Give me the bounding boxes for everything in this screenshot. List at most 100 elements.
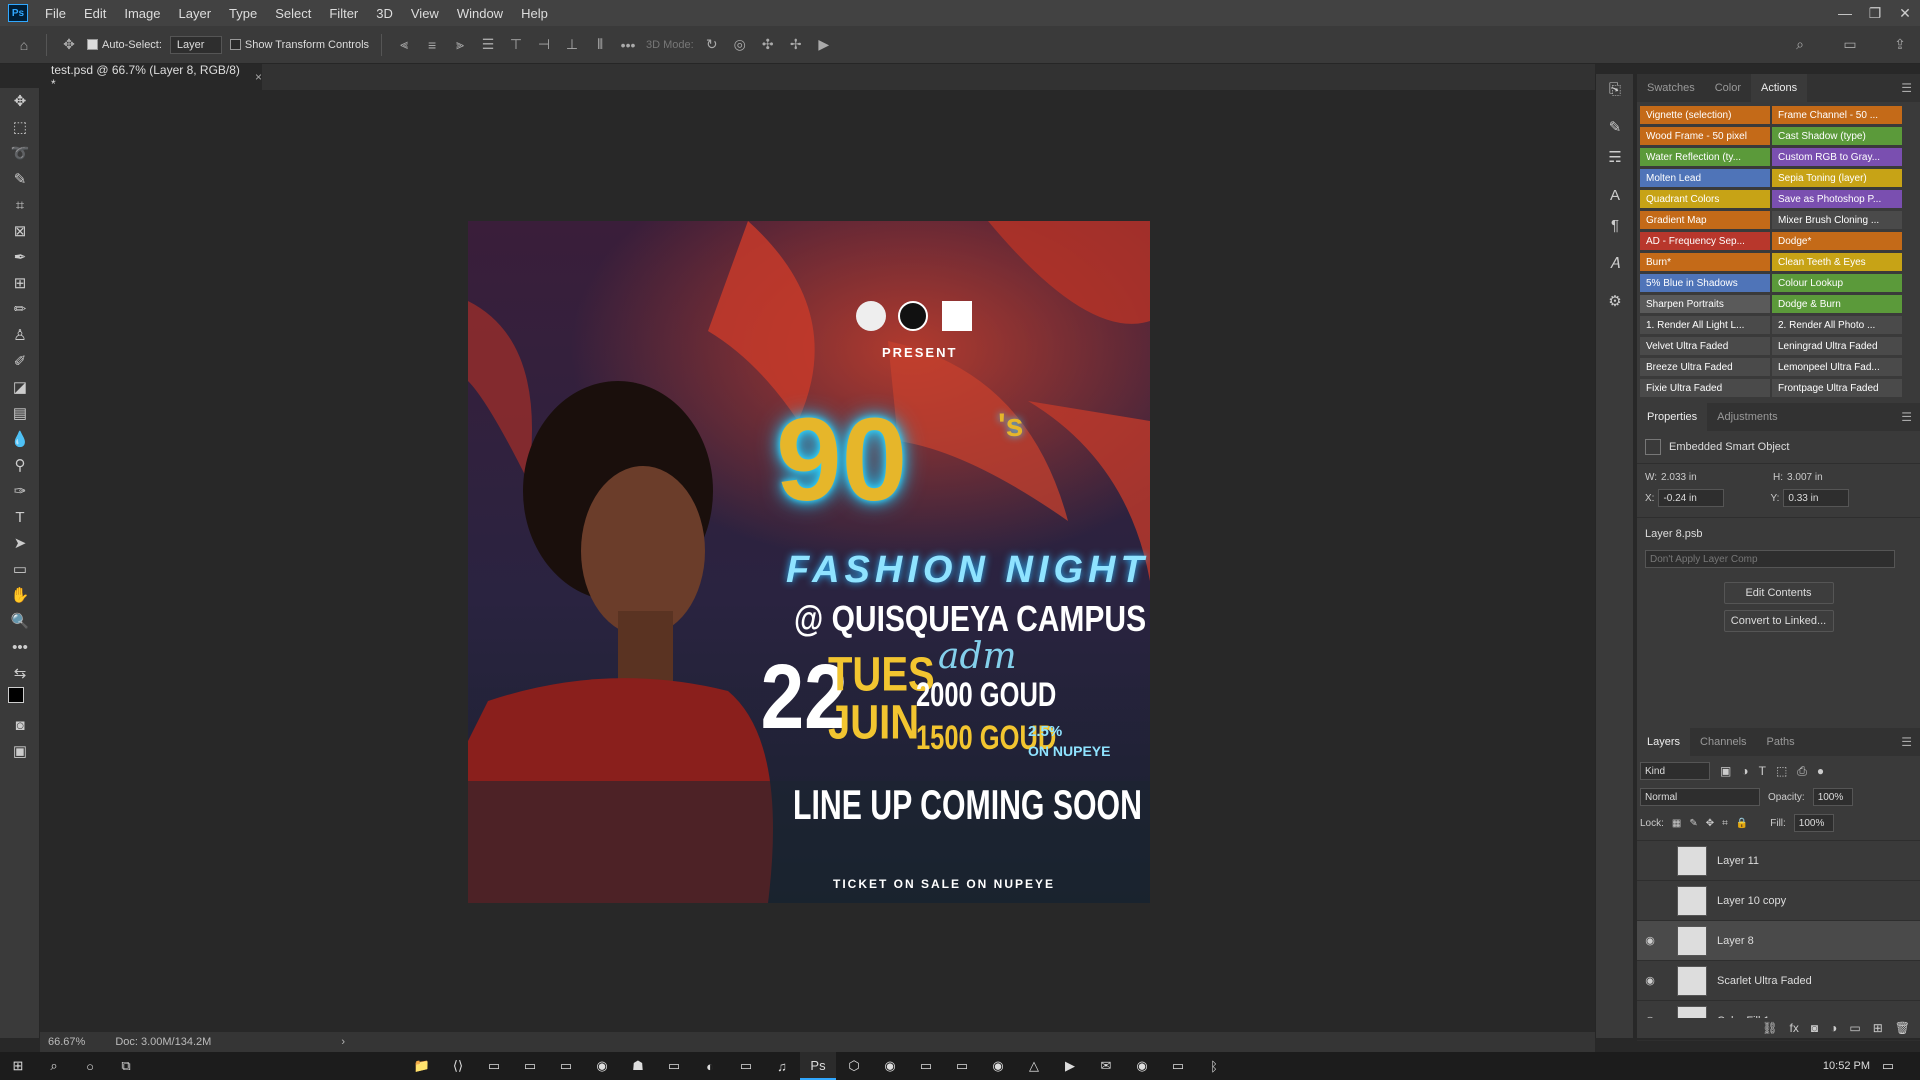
foreground-color-swatch[interactable] — [8, 687, 24, 703]
pan-3d-icon[interactable]: ✣ — [758, 36, 778, 53]
lasso-tool-icon[interactable]: ➰ — [0, 140, 40, 166]
action-button[interactable]: Sharpen Portraits — [1640, 295, 1770, 313]
tab-properties[interactable]: Properties — [1637, 403, 1708, 431]
layer-filter-kind[interactable]: Kind — [1640, 762, 1710, 780]
action-button[interactable]: Save as Photoshop P... — [1772, 190, 1902, 208]
move-tool-icon[interactable]: ✥ — [0, 88, 40, 114]
action-button[interactable]: Velvet Ultra Faded — [1640, 337, 1770, 355]
move-tool-icon[interactable]: ✥ — [59, 36, 79, 53]
adjustment-layer-icon[interactable]: ◑ — [1830, 1021, 1837, 1035]
screen-mode-icon[interactable]: ▣ — [0, 738, 40, 764]
opacity-field[interactable]: 100% — [1812, 788, 1853, 806]
menu-edit[interactable]: Edit — [75, 6, 115, 21]
chrome-icon[interactable]: ◉ — [584, 1052, 620, 1080]
blur-tool-icon[interactable]: 💧 — [0, 426, 40, 452]
clone-stamp-tool-icon[interactable]: ♙ — [0, 322, 40, 348]
frame-tool-icon[interactable]: ⊠ — [0, 218, 40, 244]
spotify-icon[interactable]: ♫ — [764, 1052, 800, 1080]
action-button[interactable]: Vignette (selection) — [1640, 106, 1770, 124]
type-tool-icon[interactable]: T — [0, 504, 40, 530]
camera-3d-icon[interactable]: ▶ — [814, 36, 834, 53]
slide-3d-icon[interactable]: ✢ — [786, 36, 806, 53]
action-button[interactable]: Breeze Ultra Faded — [1640, 358, 1770, 376]
action-button[interactable]: Quadrant Colors — [1640, 190, 1770, 208]
checkbox-box[interactable] — [87, 39, 98, 50]
layer-row[interactable]: ◉ Scarlet Ultra Faded — [1637, 961, 1920, 1001]
layer-row[interactable]: ◉ Layer 8 — [1637, 921, 1920, 961]
link-layers-icon[interactable]: ⛓ — [1762, 1021, 1777, 1035]
action-button[interactable]: Leningrad Ultra Faded — [1772, 337, 1902, 355]
swap-colors-icon[interactable]: ⇆ — [0, 660, 40, 686]
align-center-icon[interactable]: ≡ — [422, 37, 442, 53]
clock[interactable]: 10:52 PM — [1823, 1060, 1870, 1072]
file-explorer-icon[interactable]: 📁 — [404, 1052, 440, 1080]
auto-select-checkbox[interactable]: Auto-Select: — [87, 39, 162, 51]
action-button[interactable]: 2. Render All Photo ... — [1772, 316, 1902, 334]
cortana-icon[interactable]: ○ — [72, 1052, 108, 1080]
search-icon[interactable]: ⌕ — [36, 1052, 72, 1080]
app-icon[interactable]: ▭ — [476, 1052, 512, 1080]
brush-tool-icon[interactable]: ✏ — [0, 296, 40, 322]
pinterest-icon[interactable]: ◉ — [980, 1052, 1016, 1080]
tab-layers[interactable]: Layers — [1637, 728, 1691, 756]
workspace-icon[interactable]: ▭ — [1840, 36, 1860, 53]
menu-view[interactable]: View — [402, 6, 448, 21]
action-button[interactable]: Burn* — [1640, 253, 1770, 271]
action-button[interactable]: Frame Channel - 50 ... — [1772, 106, 1902, 124]
action-button[interactable]: 5% Blue in Shadows — [1640, 274, 1770, 292]
show-transform-controls-checkbox[interactable]: Show Transform Controls — [229, 39, 369, 51]
new-group-icon[interactable]: ▭ — [1849, 1021, 1860, 1035]
visibility-eye-icon[interactable]: ◉ — [1637, 974, 1663, 987]
quick-mask-icon[interactable]: ◙ — [0, 712, 40, 738]
checkbox-box[interactable] — [229, 39, 241, 50]
lock-transparent-icon[interactable]: ▦ — [1672, 818, 1681, 829]
convert-to-linked-button[interactable]: Convert to Linked... — [1723, 610, 1834, 632]
action-button[interactable]: Mixer Brush Cloning ... — [1772, 211, 1902, 229]
distribute-vertical-icon[interactable]: ⦀ — [590, 36, 610, 53]
foreground-background-colors[interactable] — [0, 686, 40, 712]
menu-file[interactable]: File — [36, 6, 75, 21]
filter-type-icon[interactable]: T — [1759, 764, 1766, 778]
distribute-icon[interactable]: ☰ — [478, 36, 498, 53]
brushes-icon[interactable]: ☴ — [1596, 142, 1634, 172]
action-button[interactable]: Clean Teeth & Eyes — [1772, 253, 1902, 271]
restore-icon[interactable]: ❐ — [1860, 0, 1890, 26]
zoom-level[interactable]: 66.67% — [48, 1036, 85, 1048]
action-button[interactable]: Lemonpeel Ultra Fad... — [1772, 358, 1902, 376]
new-layer-icon[interactable]: ⊞ — [1873, 1021, 1883, 1035]
close-icon[interactable]: ✕ — [1890, 0, 1920, 26]
panel-menu-icon[interactable]: ☰ — [1901, 410, 1912, 424]
eraser-tool-icon[interactable]: ◪ — [0, 374, 40, 400]
paragraph-icon[interactable]: ¶ — [1596, 210, 1634, 240]
history-brush-tool-icon[interactable]: ✐ — [0, 348, 40, 374]
filter-shape-icon[interactable]: ⬚ — [1776, 764, 1787, 778]
drive-icon[interactable]: △ — [1016, 1052, 1052, 1080]
tab-paths[interactable]: Paths — [1757, 728, 1805, 756]
visibility-eye-icon[interactable]: ◉ — [1637, 934, 1663, 947]
app-icon[interactable]: ▭ — [512, 1052, 548, 1080]
lock-position-icon[interactable]: ✥ — [1706, 818, 1714, 829]
home-icon[interactable]: ⌂ — [14, 37, 34, 53]
x-field[interactable]: -0.24 in — [1658, 489, 1725, 507]
app-icon[interactable]: ▭ — [944, 1052, 980, 1080]
history-icon[interactable]: ⎘ — [1596, 74, 1634, 104]
youtube-icon[interactable]: ▶ — [1052, 1052, 1088, 1080]
y-field[interactable]: 0.33 in — [1783, 489, 1850, 507]
lock-artboard-icon[interactable]: ⌗ — [1722, 818, 1728, 829]
menu-image[interactable]: Image — [115, 6, 169, 21]
align-left-icon[interactable]: ⫷ — [394, 36, 414, 53]
orbit-3d-icon[interactable]: ↻ — [702, 36, 722, 53]
action-button[interactable]: Water Reflection (ty... — [1640, 148, 1770, 166]
app-icon[interactable]: ▭ — [548, 1052, 584, 1080]
filter-toggle-icon[interactable]: ● — [1817, 764, 1824, 778]
action-button[interactable]: Molten Lead — [1640, 169, 1770, 187]
rectangle-tool-icon[interactable]: ▭ — [0, 556, 40, 582]
add-mask-icon[interactable]: ◙ — [1811, 1021, 1818, 1035]
action-button[interactable]: Dodge* — [1772, 232, 1902, 250]
delete-layer-icon[interactable]: 🗑 — [1895, 1021, 1910, 1035]
crop-tool-icon[interactable]: ⌗ — [0, 192, 40, 218]
notifications-icon[interactable]: ▭ — [1870, 1052, 1906, 1080]
fx-icon[interactable]: fx — [1790, 1021, 1799, 1035]
blend-mode-dropdown[interactable]: Normal — [1640, 788, 1760, 806]
bluetooth-icon[interactable]: ᛒ — [1196, 1052, 1232, 1080]
